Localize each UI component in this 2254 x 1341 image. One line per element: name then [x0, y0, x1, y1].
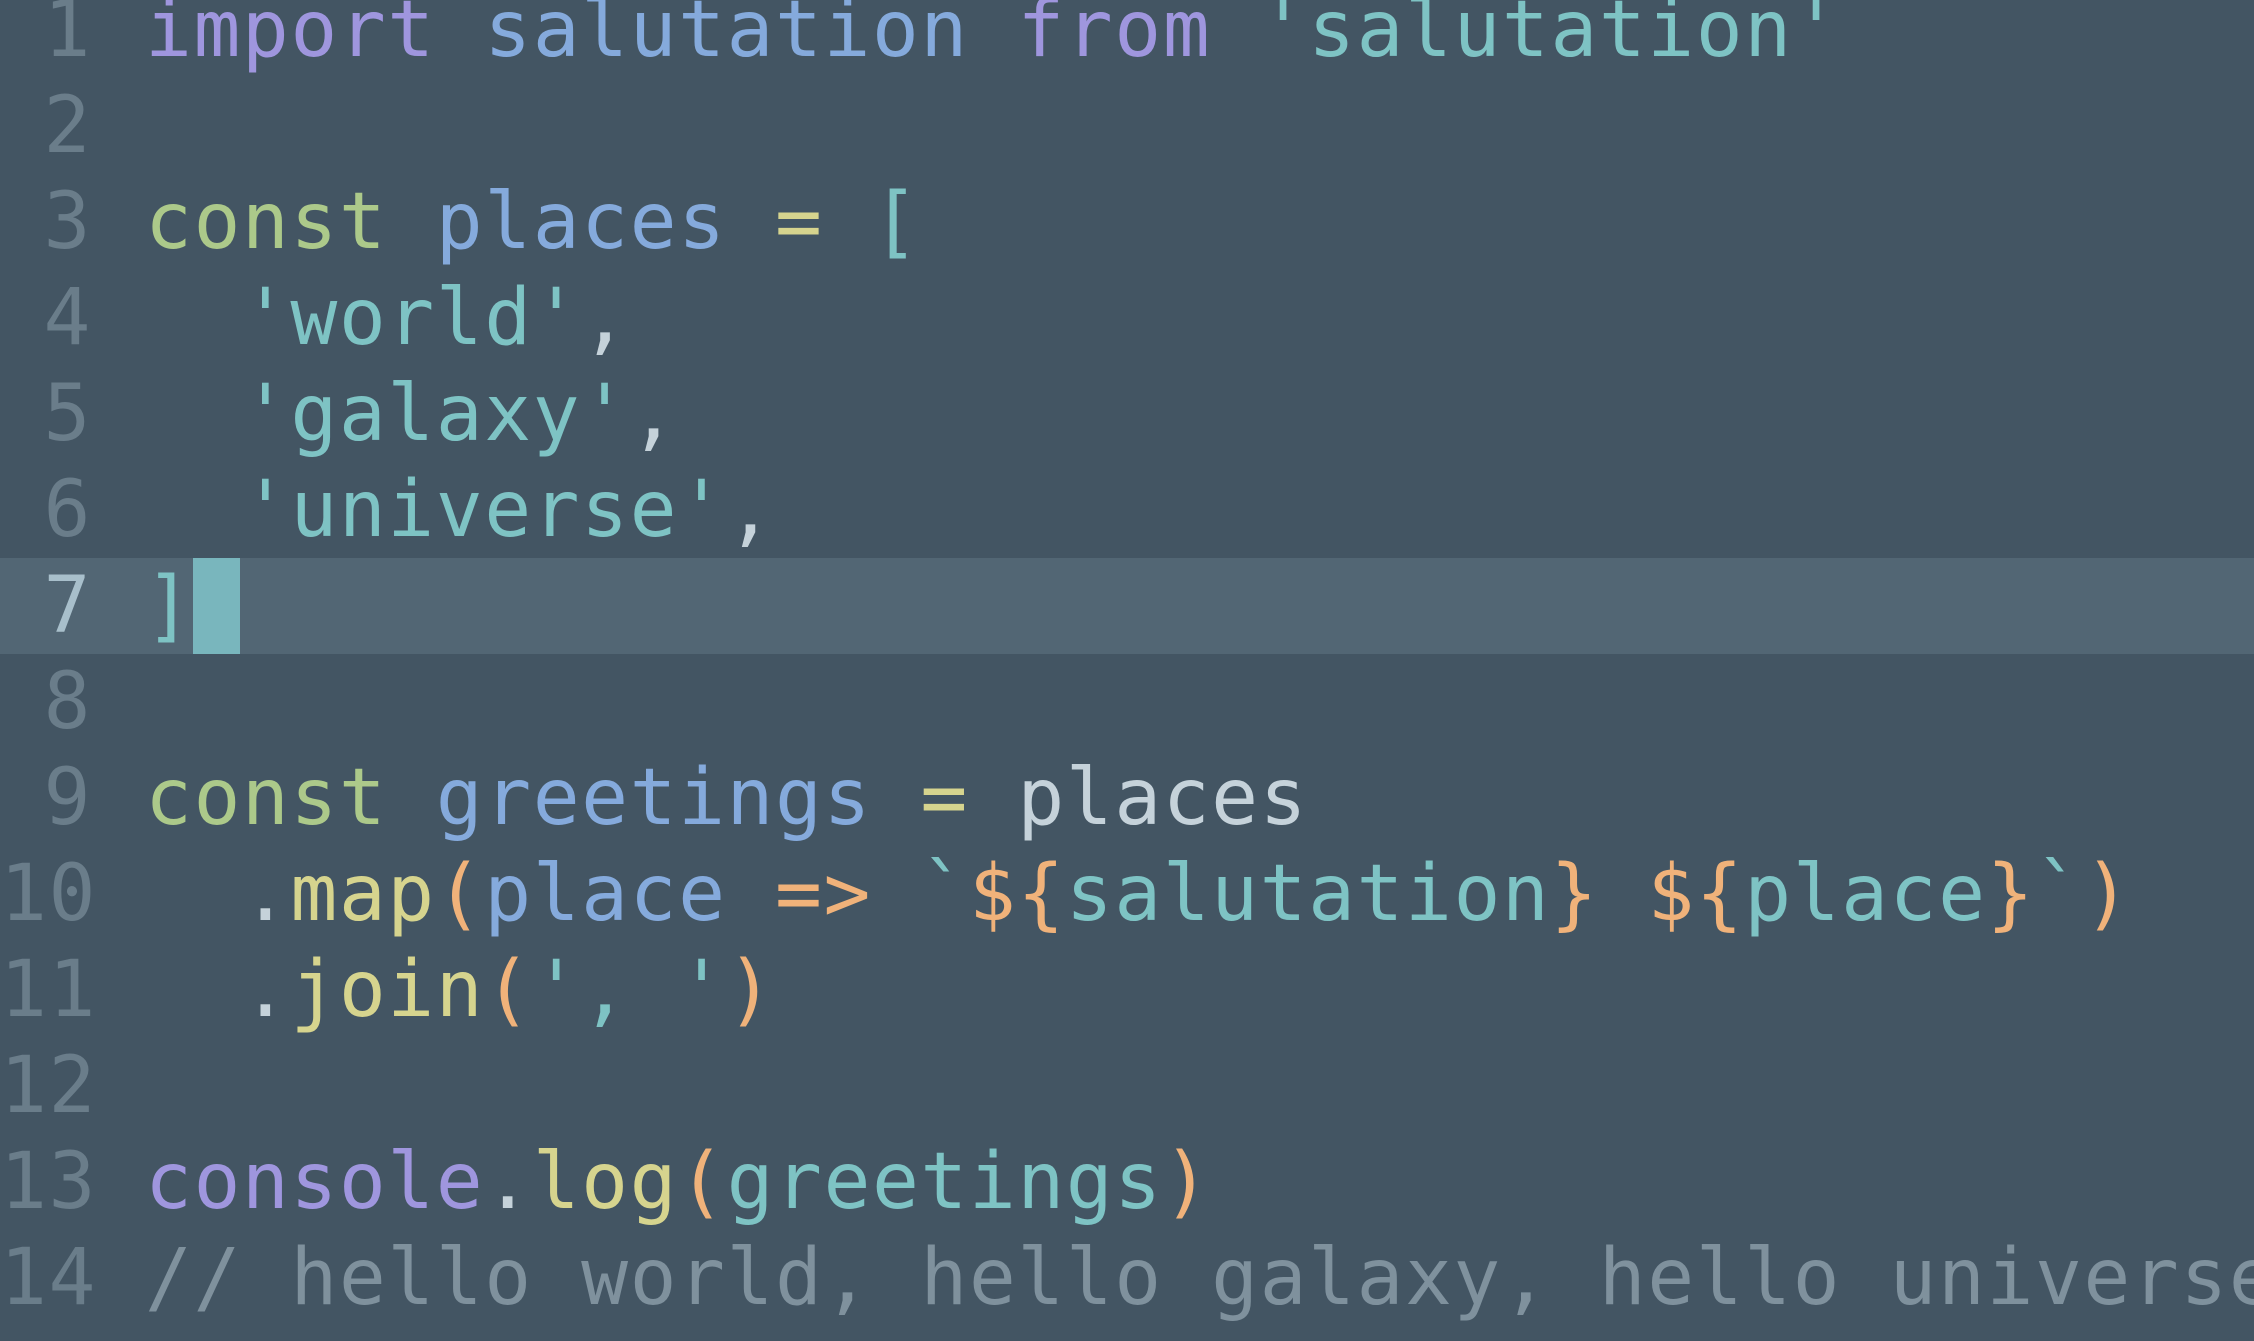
code-token: 'world'	[241, 273, 582, 363]
code-text[interactable]: 'galaxy',	[145, 366, 678, 462]
code-text[interactable]: import salutation from 'salutation'	[145, 0, 1841, 78]
code-token: (	[678, 1137, 727, 1227]
line-number: 11	[0, 945, 97, 1035]
code-text[interactable]: // hello world, hello galaxy, hello univ…	[145, 1230, 2254, 1326]
code-token: }	[1986, 849, 2036, 939]
code-line[interactable]: 3 const places = [	[0, 174, 2254, 270]
code-text[interactable]: const greetings = places	[145, 750, 1308, 846]
code-token: ${	[1647, 849, 1745, 939]
code-line[interactable]: 9 const greetings = places	[0, 750, 2254, 846]
code-token: salutation	[1065, 849, 1551, 939]
code-token: const	[145, 177, 388, 267]
code-token: `	[920, 849, 969, 939]
code-token: const	[145, 753, 388, 843]
code-token: from	[1017, 0, 1212, 75]
line-number: 4	[43, 273, 92, 363]
code-token: // hello world, hello galaxy, hello univ…	[145, 1233, 2254, 1323]
line-number: 7	[43, 561, 92, 651]
code-text[interactable]: 'universe',	[145, 462, 775, 558]
code-token: =	[726, 177, 872, 267]
code-token: .	[145, 945, 291, 1035]
code-line[interactable]: 1 import salutation from 'salutation'	[0, 0, 2254, 78]
line-number: 13	[0, 1137, 97, 1227]
line-number: 2	[43, 81, 92, 171]
code-token: =	[871, 753, 1018, 843]
line-number: 9	[43, 753, 92, 843]
code-line[interactable]: 14 // hello world, hello galaxy, hello un…	[0, 1230, 2254, 1326]
code-token: )	[2083, 849, 2132, 939]
code-token: log	[532, 1137, 679, 1227]
line-number: 5	[43, 369, 92, 459]
code-editor[interactable]: 1 import salutation from 'salutation' 2 3 co…	[0, 0, 2254, 1341]
code-token: ]	[145, 561, 194, 651]
code-token: =>	[726, 849, 921, 939]
code-token: import	[145, 0, 436, 75]
code-token: place	[1744, 849, 1987, 939]
code-text[interactable]: console.log(greetings)	[145, 1134, 1211, 1230]
code-token: (	[435, 849, 485, 939]
code-token: place	[484, 849, 727, 939]
code-token: .	[484, 1137, 533, 1227]
code-line[interactable]: 6 'universe',	[0, 462, 2254, 558]
code-line[interactable]: 2	[0, 78, 2254, 174]
code-token: map	[290, 849, 436, 939]
code-token: [	[871, 177, 921, 267]
code-line[interactable]: 5 'galaxy',	[0, 366, 2254, 462]
code-token: ,	[581, 273, 630, 363]
code-token: ,	[629, 369, 679, 459]
line-number: 1	[43, 0, 92, 75]
code-line[interactable]: 13 console.log(greetings)	[0, 1134, 2254, 1230]
code-token: places	[435, 177, 727, 267]
code-token: greetings	[435, 753, 872, 843]
code-token: (	[484, 945, 533, 1035]
code-token: places	[1017, 753, 1309, 843]
code-text[interactable]: const places = [	[145, 174, 920, 270]
code-token: .	[145, 849, 291, 939]
code-line[interactable]: 12	[0, 1038, 2254, 1134]
code-token: ', '	[532, 945, 727, 1035]
line-number: 10	[0, 849, 97, 939]
line-number: 6	[43, 465, 92, 555]
code-line[interactable]: 11 .join(', ')	[0, 942, 2254, 1038]
text-cursor	[193, 558, 241, 654]
code-token: `	[2035, 849, 2084, 939]
line-number: 3	[43, 177, 92, 267]
code-token: 'universe'	[241, 465, 727, 555]
code-token: join	[290, 945, 485, 1035]
code-token: salutation	[484, 0, 969, 75]
code-token: greetings	[726, 1137, 1163, 1227]
code-line[interactable]: 7]	[0, 558, 2254, 654]
line-number: 12	[0, 1041, 97, 1131]
code-token: }	[1550, 849, 1599, 939]
code-token: )	[726, 945, 776, 1035]
code-line[interactable]: 4 'world',	[0, 270, 2254, 366]
code-line[interactable]: 8	[0, 654, 2254, 750]
code-token: 'salutation'	[1259, 0, 1842, 75]
code-text[interactable]: .map(place => `${salutation} ${place}`)	[145, 846, 2132, 942]
code-text[interactable]: .join(', ')	[145, 942, 775, 1038]
code-token: console	[145, 1137, 485, 1227]
code-text[interactable]: ]	[145, 558, 241, 654]
code-text[interactable]: 'world',	[145, 270, 630, 366]
code-token: ,	[726, 465, 775, 555]
code-token: )	[1162, 1137, 1212, 1227]
code-token: 'galaxy'	[241, 369, 630, 459]
code-line[interactable]: 10 .map(place => `${salutation} ${place}…	[0, 846, 2254, 942]
line-number: 8	[43, 657, 92, 747]
code-token: ${	[968, 849, 1066, 939]
line-number: 14	[0, 1233, 97, 1323]
